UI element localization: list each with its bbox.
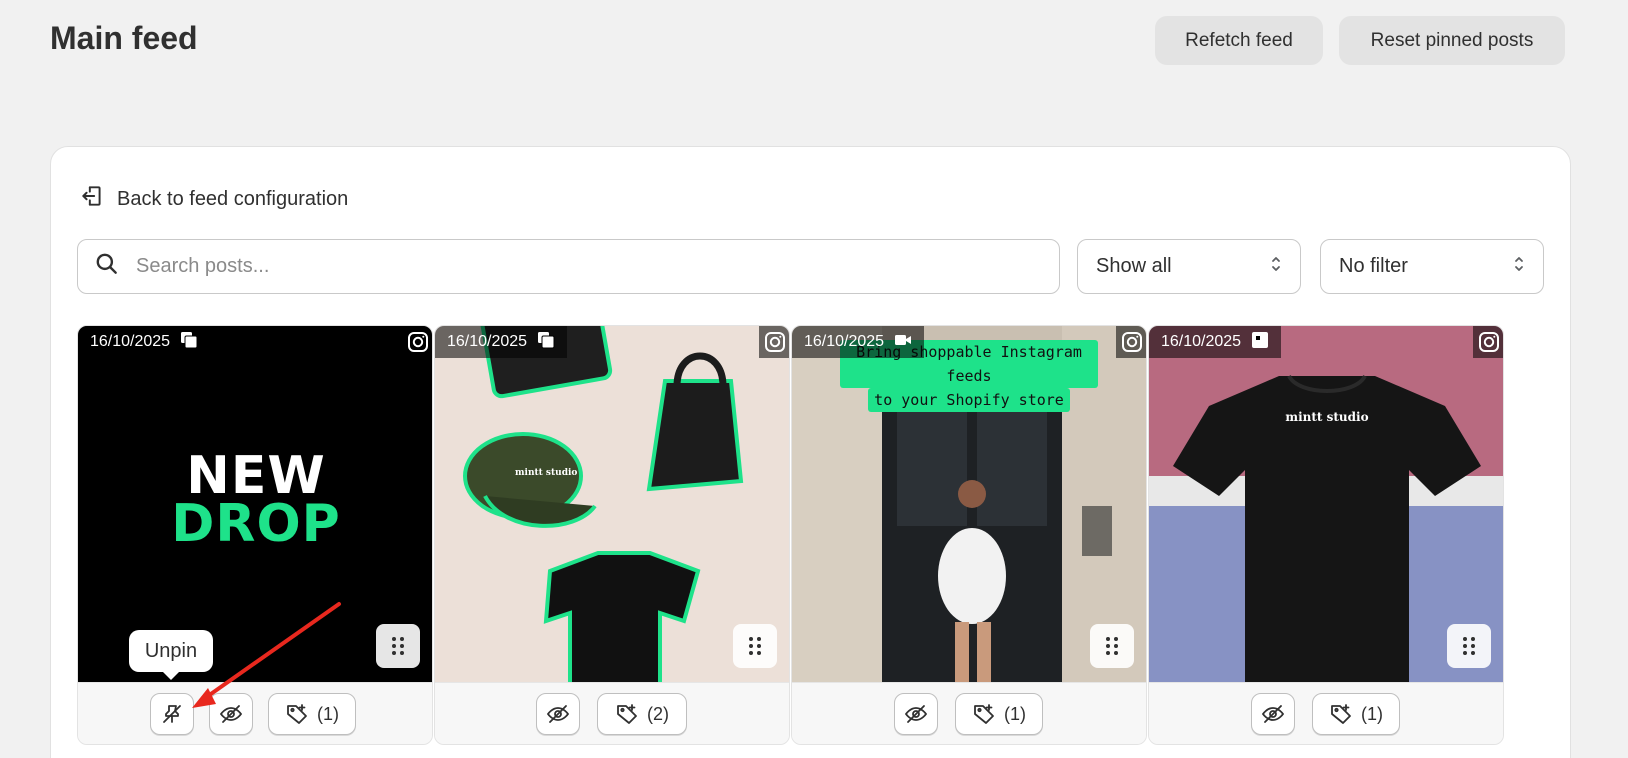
tag-count: (1) [317,703,339,724]
drag-handle[interactable] [1090,624,1134,668]
post-card[interactable]: NEW DROP 16/10/2025 (1) [77,325,433,745]
carousel-icon [180,331,198,354]
pin-off-icon [163,705,181,723]
filter-select[interactable]: No filter [1320,239,1544,294]
eye-off-icon [904,705,928,723]
tag-count: (2) [647,703,669,724]
post-actions: (1) [78,682,432,744]
select-arrows-icon [1513,253,1525,281]
refetch-feed-button[interactable]: Refetch feed [1155,16,1323,65]
unpin-button[interactable] [150,693,194,735]
feed-card: Back to feed configuration Show all No f… [50,146,1571,758]
video-icon [894,331,912,354]
search-field[interactable] [77,239,1060,294]
select-arrows-icon [1270,253,1282,281]
headline-line-1: NEW [186,446,326,506]
brand-label: mintt studio [1285,410,1369,424]
post-date: 16/10/2025 [90,333,171,350]
post-date: 16/10/2025 [804,333,885,350]
hide-post-button[interactable] [536,693,580,735]
tag-products-button[interactable]: (1) [1312,693,1400,735]
show-select-value: Show all [1096,255,1172,277]
drag-dots-icon [749,637,761,655]
post-date: 16/10/2025 [447,333,528,350]
post-date-chip: 16/10/2025 [78,326,211,358]
post-date-chip: 16/10/2025 [1149,326,1282,358]
post-card[interactable]: mintt studio 16/10/2025 (1) [1148,325,1504,745]
page-title: Main feed [50,20,198,56]
image-icon [1251,331,1269,354]
tag-plus-icon [617,704,637,724]
drag-handle[interactable] [733,624,777,668]
post-media[interactable]: mintt studio 16/10/2025 [1149,326,1503,682]
tag-plus-icon [1331,704,1351,724]
back-exit-icon [79,183,105,215]
drag-handle[interactable] [376,624,420,668]
hide-post-button[interactable] [1251,693,1295,735]
tag-count: (1) [1004,703,1026,724]
post-card[interactable]: mintt studio 16/10/2025 (2) [434,325,790,745]
drag-dots-icon [1106,637,1118,655]
unpin-tooltip: Unpin [129,630,213,680]
post-date-chip: 16/10/2025 [435,326,568,358]
instagram-icon [1473,326,1503,358]
post-actions: (1) [1149,682,1503,744]
tag-products-button[interactable]: (1) [955,693,1043,735]
drag-dots-icon [1463,637,1475,655]
filter-select-value: No filter [1339,255,1408,277]
instagram-icon [1116,326,1146,358]
tag-plus-icon [974,704,994,724]
post-date: 16/10/2025 [1161,333,1242,350]
show-select[interactable]: Show all [1077,239,1301,294]
post-date-chip: 16/10/2025 [792,326,925,358]
tag-products-button[interactable]: (2) [597,693,687,735]
hide-post-button[interactable] [209,693,253,735]
tag-plus-icon [287,704,307,724]
hide-post-button[interactable] [894,693,938,735]
back-link-label: Back to feed configuration [117,187,349,210]
post-media[interactable]: mintt studio 16/10/2025 [435,326,789,682]
brand-label: mintt studio [515,468,578,478]
tag-products-button[interactable]: (1) [268,693,356,735]
back-to-feed-configuration-link[interactable]: Back to feed configuration [79,183,348,215]
search-input[interactable] [136,255,1036,278]
caption-line-2: to your Shopify store [868,388,1070,412]
search-icon [78,251,120,282]
post-media[interactable]: Bring shoppable Instagram feeds to your … [792,326,1146,682]
drag-dots-icon [392,637,404,655]
eye-off-icon [1261,705,1285,723]
post-actions: (1) [792,682,1146,744]
tag-count: (1) [1361,703,1383,724]
post-media[interactable]: NEW DROP 16/10/2025 [78,326,432,682]
post-actions: (2) [435,682,789,744]
carousel-icon [537,331,555,354]
post-headline: NEW DROP [78,446,432,554]
drag-handle[interactable] [1447,624,1491,668]
instagram-icon [759,326,789,358]
instagram-icon [402,326,432,358]
eye-off-icon [219,705,243,723]
post-card[interactable]: Bring shoppable Instagram feeds to your … [791,325,1147,745]
reset-pinned-posts-button[interactable]: Reset pinned posts [1339,16,1565,65]
eye-off-icon [546,705,570,723]
headline-line-2: DROP [171,494,341,554]
